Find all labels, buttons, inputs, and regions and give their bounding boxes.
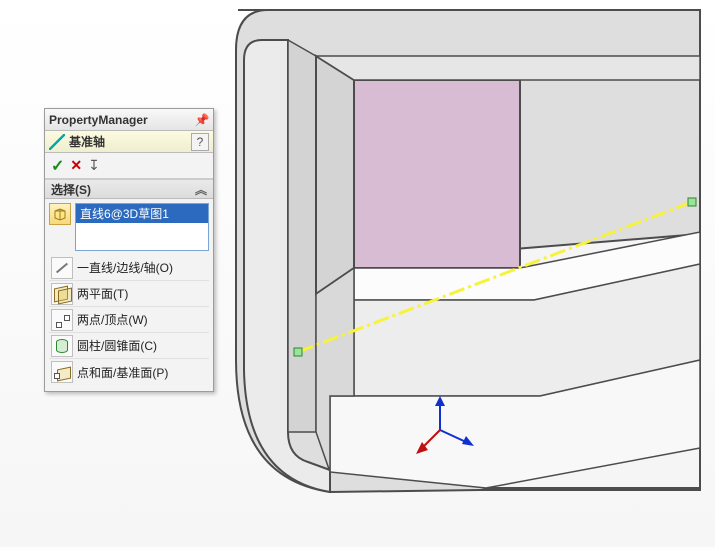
- option-label: 两点/顶点(W): [77, 311, 148, 328]
- two-points-icon: [51, 309, 73, 331]
- selection-row: 直线6@3D草图1: [49, 203, 209, 251]
- property-manager-panel: PropertyManager 📌 基准轴 ? ✓ ✕ ↧ 选择(S) ︽ 直线…: [44, 108, 214, 392]
- section-header-label: 选择(S): [51, 181, 91, 198]
- pm-pin-icon[interactable]: 📌: [195, 113, 209, 127]
- pm-action-row: ✓ ✕ ↧: [45, 153, 213, 179]
- option-two-planes[interactable]: 两平面(T): [49, 281, 209, 307]
- selection-listbox[interactable]: 直线6@3D草图1: [75, 203, 209, 251]
- cancel-button[interactable]: ✕: [70, 157, 82, 174]
- line-icon: [51, 257, 73, 279]
- selected-entity[interactable]: 直线6@3D草图1: [76, 204, 208, 223]
- option-label: 一直线/边线/轴(O): [77, 259, 173, 276]
- option-label: 圆柱/圆锥面(C): [77, 337, 157, 354]
- option-cylinder-cone[interactable]: 圆柱/圆锥面(C): [49, 333, 209, 359]
- option-line-edge-axis[interactable]: 一直线/边线/轴(O): [49, 255, 209, 281]
- option-label: 两平面(T): [77, 285, 128, 302]
- feature-name: 基准轴: [69, 133, 191, 150]
- option-two-points[interactable]: 两点/顶点(W): [49, 307, 209, 333]
- detail-preview-button[interactable]: ↧: [88, 157, 100, 174]
- ok-button[interactable]: ✓: [51, 156, 64, 176]
- help-button[interactable]: ?: [191, 133, 209, 151]
- option-label: 点和面/基准面(P): [77, 364, 168, 381]
- section-header-select[interactable]: 选择(S) ︽: [45, 179, 213, 199]
- pm-titlebar[interactable]: PropertyManager 📌: [45, 109, 213, 131]
- two-planes-icon: [51, 283, 73, 305]
- point-face-icon: [51, 361, 73, 383]
- option-point-face[interactable]: 点和面/基准面(P): [49, 359, 209, 385]
- chevron-up-icon: ︽: [195, 181, 207, 198]
- pm-title-label: PropertyManager: [49, 113, 193, 127]
- selection-filter-icon[interactable]: [49, 203, 71, 225]
- pm-feature-row: 基准轴 ?: [45, 131, 213, 153]
- axis-icon: [49, 134, 65, 150]
- section-body: 直线6@3D草图1 一直线/边线/轴(O) 两平面(T) 两点/顶点(W) 圆柱…: [45, 199, 213, 391]
- cylinder-icon: [51, 335, 73, 357]
